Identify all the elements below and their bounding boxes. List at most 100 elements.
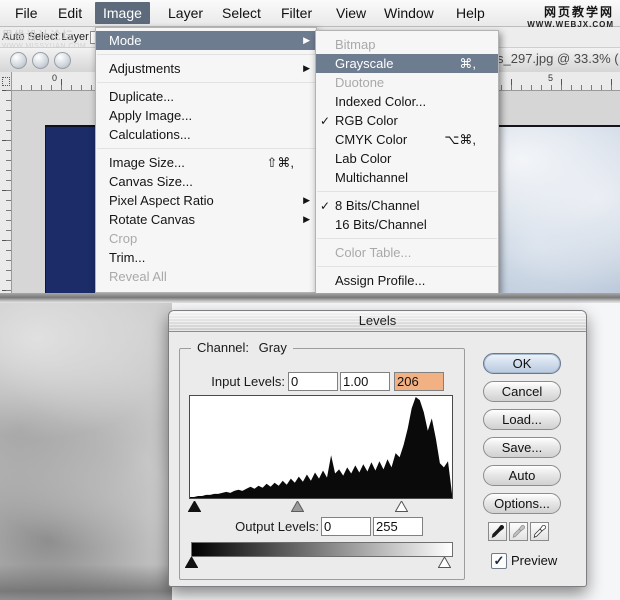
ok-button[interactable]: OK xyxy=(483,353,561,374)
mode-submenu-item-multichannel[interactable]: Multichannel xyxy=(316,168,498,187)
input-white-slider[interactable] xyxy=(395,501,408,512)
menubar-item-filter[interactable]: Filter xyxy=(273,2,320,24)
input-levels-label: Input Levels: xyxy=(211,374,285,389)
output-white-field[interactable] xyxy=(373,517,423,536)
traffic-light-zoom-button[interactable] xyxy=(54,52,71,69)
menubar-item-layer[interactable]: Layer xyxy=(160,2,211,24)
submenu-arrow-icon: ▶ xyxy=(303,214,310,224)
mode-submenu-item-assign-profile[interactable]: Assign Profile... xyxy=(316,271,498,290)
image-menu-item-label: Crop xyxy=(109,231,138,246)
ruler-origin-box[interactable] xyxy=(0,72,12,91)
mode-submenu-separator xyxy=(316,187,498,196)
menubar-item-select[interactable]: Select xyxy=(214,2,269,24)
options-button[interactable]: Options... xyxy=(483,493,561,514)
checkmark-icon: ✓ xyxy=(320,113,331,128)
ruler-label-0: 0 xyxy=(52,73,58,83)
grayscale-clouds-canvas[interactable] xyxy=(0,303,172,600)
mode-submenu-item-grayscale[interactable]: Grayscale ⌘, xyxy=(316,54,498,73)
image-menu-item-label: Duplicate... xyxy=(109,89,175,104)
menubar-item-window[interactable]: Window xyxy=(376,2,442,24)
faint-watermark: 思缘设计论坛 WWW.MISSYUAN.COM xyxy=(2,27,86,50)
channel-label: Channel: xyxy=(197,340,250,355)
ruler-label-5: 5 xyxy=(548,73,554,83)
photoshop-bottom-area: Levels Channel: Gray Input Levels: Outpu… xyxy=(0,303,620,600)
image-menu-item-crop: Crop xyxy=(96,229,316,248)
submenu-arrow-icon: ▶ xyxy=(303,63,310,73)
output-black-field[interactable] xyxy=(321,517,371,536)
image-menu-item-adjustments[interactable]: Adjustments ▶ xyxy=(96,59,316,78)
gray-point-eyedropper-button[interactable] xyxy=(509,522,528,541)
submenu-arrow-icon: ▶ xyxy=(303,35,310,45)
mode-submenu-separator xyxy=(316,262,498,271)
document-title: s_297.jpg @ 33.3% ( xyxy=(497,51,619,66)
image-menu-separator xyxy=(96,144,316,153)
input-gamma-field[interactable] xyxy=(340,372,390,391)
histogram-plot xyxy=(190,397,452,498)
black-point-eyedropper-button[interactable] xyxy=(488,522,507,541)
channel-value: Gray xyxy=(258,340,287,355)
mode-submenu-item-label: Duotone xyxy=(335,75,385,90)
image-menu-item-duplicate[interactable]: Duplicate... xyxy=(96,87,316,106)
load-button[interactable]: Load... xyxy=(483,409,561,430)
image-menu-item-label: Canvas Size... xyxy=(109,174,193,189)
mode-submenu-item-lab-color[interactable]: Lab Color xyxy=(316,149,498,168)
input-black-field[interactable] xyxy=(288,372,338,391)
image-menu-item-apply-image[interactable]: Apply Image... xyxy=(96,106,316,125)
traffic-light-close-button[interactable] xyxy=(10,52,27,69)
mode-submenu-item-indexed-color[interactable]: Indexed Color... xyxy=(316,92,498,111)
canvas-dark-blue-region[interactable] xyxy=(45,125,96,303)
mode-submenu-item-label: Multichannel xyxy=(335,170,408,185)
output-white-slider[interactable] xyxy=(438,557,451,568)
faint-watermark-cn: 思缘设计论坛 xyxy=(2,30,74,42)
preview-checkbox[interactable]: ✓ xyxy=(491,553,507,569)
output-gradient-bar xyxy=(191,542,453,557)
vertical-ruler[interactable] xyxy=(0,90,12,303)
mode-submenu-item-label: Lab Color xyxy=(335,151,392,166)
input-gamma-slider[interactable] xyxy=(291,501,304,512)
shortcut-label: ⇧⌘, xyxy=(266,154,294,170)
white-point-eyedropper-button[interactable] xyxy=(530,522,549,541)
image-menu-item-rotate-canvas[interactable]: Rotate Canvas ▶ xyxy=(96,210,316,229)
mode-submenu-item-rgb-color[interactable]: ✓ RGB Color xyxy=(316,111,498,130)
image-menu-item-label: Mode xyxy=(109,33,142,48)
levels-dialog: Levels Channel: Gray Input Levels: Outpu… xyxy=(168,310,587,587)
cancel-button[interactable]: Cancel xyxy=(483,381,561,402)
traffic-light-minimize-button[interactable] xyxy=(32,52,49,69)
image-menu-item-mode[interactable]: Mode ▶ xyxy=(96,31,316,50)
input-white-field[interactable] xyxy=(394,372,444,391)
eyedropper-icon xyxy=(512,525,525,539)
output-black-slider[interactable] xyxy=(185,557,198,568)
menubar-item-help[interactable]: Help xyxy=(448,2,493,24)
mode-submenu-item-16-bits-channel[interactable]: 16 Bits/Channel xyxy=(316,215,498,234)
mode-submenu-item-8-bits-channel[interactable]: ✓ 8 Bits/Channel xyxy=(316,196,498,215)
auto-button[interactable]: Auto xyxy=(483,465,561,486)
site-watermark: 网页教学网 WWW.WEBJX.COM xyxy=(527,3,614,29)
eyedropper-icon xyxy=(491,525,504,539)
output-levels-label: Output Levels: xyxy=(235,519,319,534)
levels-dialog-title[interactable]: Levels xyxy=(169,311,586,332)
menubar-item-image[interactable]: Image xyxy=(95,2,150,24)
photoshop-top-area: s_297.jpg @ 33.3% ( 0 5 Auto Select Laye… xyxy=(0,0,620,303)
mode-submenu-item-label: Grayscale xyxy=(335,56,394,71)
image-menu-item-canvas-size[interactable]: Canvas Size... xyxy=(96,172,316,191)
histogram-frame xyxy=(189,395,453,499)
mode-submenu-item-cmyk-color[interactable]: CMYK Color ⌥⌘, xyxy=(316,130,498,149)
image-menu-item-label: Trim... xyxy=(109,250,146,265)
image-menu-item-calculations[interactable]: Calculations... xyxy=(96,125,316,144)
image-menu-item-trim[interactable]: Trim... xyxy=(96,248,316,267)
save-button[interactable]: Save... xyxy=(483,437,561,458)
mode-submenu-item-label: 8 Bits/Channel xyxy=(335,198,420,213)
image-menu-item-pixel-aspect-ratio[interactable]: Pixel Aspect Ratio ▶ xyxy=(96,191,316,210)
image-menu-item-label: Pixel Aspect Ratio xyxy=(109,193,214,208)
mode-submenu-item-label: Assign Profile... xyxy=(335,273,426,288)
image-menu-item-image-size[interactable]: Image Size... ⇧⌘, xyxy=(96,153,316,172)
mode-submenu-separator xyxy=(316,234,498,243)
mode-submenu-item-bitmap: Bitmap xyxy=(316,35,498,54)
image-menu-panel: Mode ▶ Adjustments ▶ Duplicate... Apply Image… xyxy=(95,27,317,293)
input-black-slider[interactable] xyxy=(188,501,201,512)
menubar-item-edit[interactable]: Edit xyxy=(50,2,90,24)
menubar-item-view[interactable]: View xyxy=(328,2,374,24)
mode-submenu-item-label: RGB Color xyxy=(335,113,398,128)
channel-legend: Channel: Gray xyxy=(191,340,293,355)
menubar-item-file[interactable]: File xyxy=(7,2,46,24)
